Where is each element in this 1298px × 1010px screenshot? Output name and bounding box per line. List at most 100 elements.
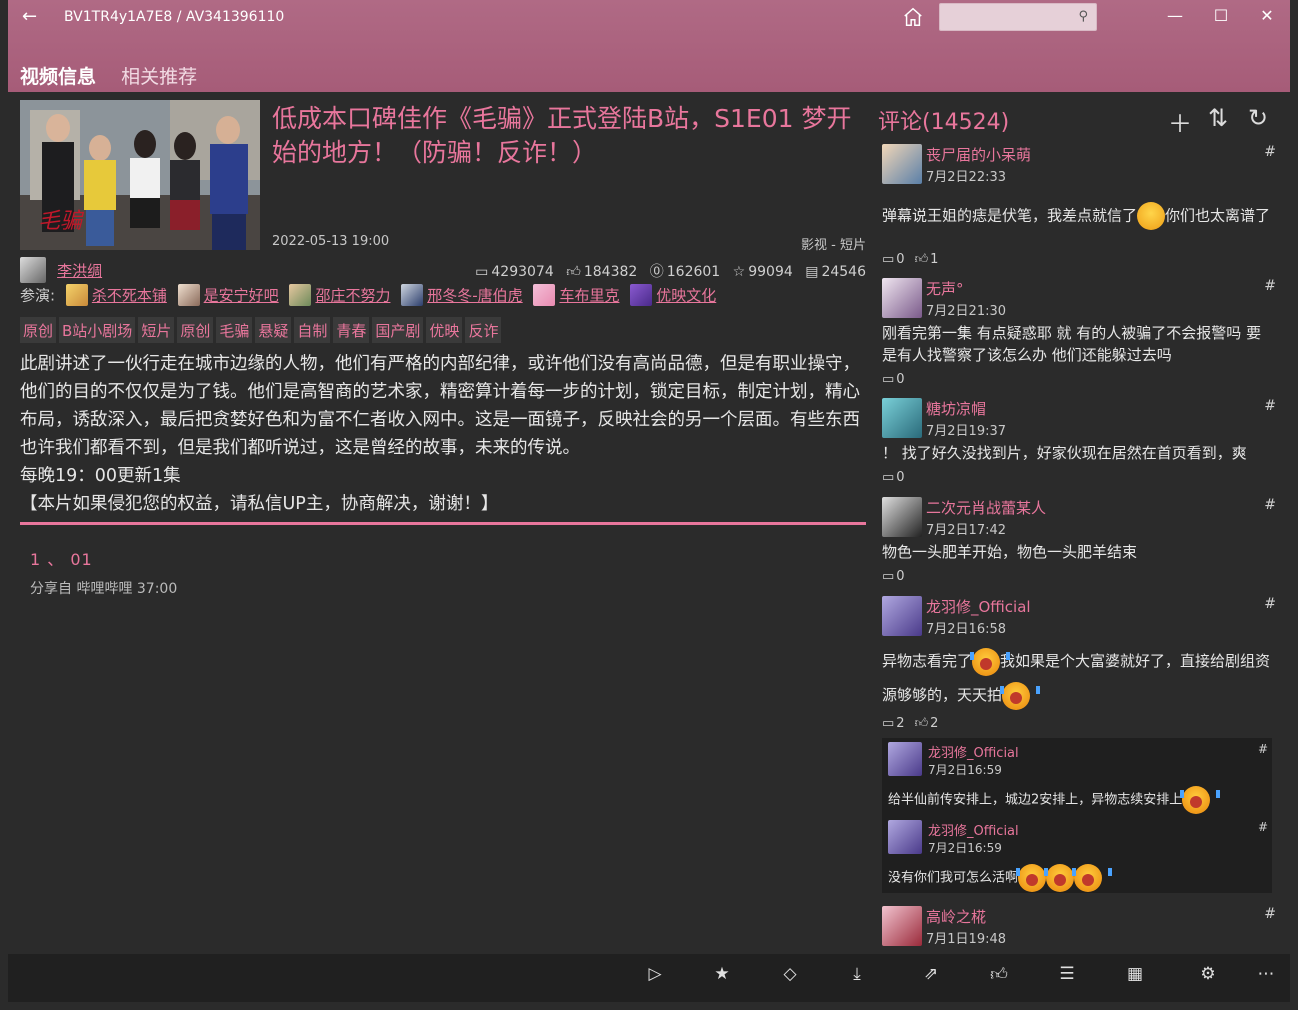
commenter-name[interactable]: 龙羽修_Official [926, 596, 1031, 617]
cast-member[interactable]: 车布里克 [559, 287, 619, 305]
cast-avatar[interactable] [177, 284, 200, 306]
search-input[interactable] [940, 4, 1068, 30]
tag[interactable]: 短片 [138, 317, 175, 343]
episode-item[interactable]: 1 、 01 分享自 哔哩哔哩 37:00 [30, 546, 177, 598]
tag-icon[interactable]: ◇ [775, 964, 805, 992]
reply-hash[interactable]: # [1258, 742, 1268, 756]
cast-member[interactable]: 邵庄不努力 [315, 287, 390, 305]
cast-avatar[interactable] [630, 284, 653, 306]
comments-panel: 评论(14524) ＋ ⇅ ↻ 丧尸届的小呆萌 7月2日22:33 # 弹幕说王… [878, 100, 1278, 950]
commenter-name[interactable]: 糖坊凉帽 [926, 398, 986, 419]
comment-hash[interactable]: # [1264, 596, 1276, 612]
close-button[interactable]: ✕ [1244, 6, 1290, 25]
refresh-icon[interactable]: ↻ [1248, 104, 1268, 132]
reply-text: 没有你们我可怎么活啊 [888, 864, 1268, 892]
commenter-avatar[interactable] [882, 497, 922, 537]
search-box[interactable]: ⚲ [939, 3, 1097, 31]
reply-icon[interactable]: ▭ [882, 252, 894, 267]
comment-hash[interactable]: # [1264, 906, 1276, 922]
reply-icon[interactable]: ▭ [882, 716, 894, 731]
cast-member[interactable]: 是安宁好吧 [204, 287, 279, 305]
more-icon[interactable]: ⋯ [1251, 964, 1281, 992]
app-window: ← BV1TR4y1A7E8 / AV341396110 ⚲ — ☐ ✕ 视频信… [8, 0, 1290, 1002]
cast-avatar[interactable] [533, 284, 556, 306]
comment-text: 弹幕说王姐的痣是伏笔，我差点就信了 你们也太离谱了 [882, 202, 1276, 230]
cast-list: 参演: 杀不死本铺 是安宁好吧 邵庄不努力 邢冬冬-唐伯虎 车布里克 优映文化 [20, 284, 716, 306]
favorites-count: 99094 [748, 264, 793, 280]
reply-icon[interactable]: ▭ [882, 372, 894, 387]
tab-related[interactable]: 相关推荐 [121, 62, 197, 89]
share-icon[interactable]: ⇗ [916, 964, 946, 992]
commenter-name[interactable]: 二次元肖战蕾某人 [926, 497, 1046, 518]
tag[interactable]: 青春 [333, 317, 370, 343]
comment-time: 7月2日19:37 [926, 424, 1007, 439]
playlist-icon[interactable]: ☰ [1052, 964, 1082, 992]
tag[interactable]: 悬疑 [255, 317, 292, 343]
cast-member[interactable]: 优映文化 [656, 287, 716, 305]
sort-icon[interactable]: ⇅ [1208, 104, 1228, 132]
minimize-button[interactable]: — [1152, 6, 1198, 25]
video-category[interactable]: 影视 - 短片 [801, 234, 866, 253]
uploader[interactable]: 李洪绸 [20, 257, 102, 283]
cast-member[interactable]: 杀不死本铺 [92, 287, 167, 305]
tag[interactable]: 毛骗 [216, 317, 253, 343]
section-divider [20, 522, 866, 525]
replier-avatar[interactable] [888, 742, 922, 776]
search-icon[interactable]: ⚲ [1078, 9, 1088, 24]
reply-text-part: 给半仙前传安排上，城边2安排上，异物志续安排上 [888, 792, 1183, 808]
home-icon[interactable] [902, 6, 924, 28]
comment-hash[interactable]: # [1264, 398, 1276, 414]
uploader-name[interactable]: 李洪绸 [57, 262, 102, 280]
cast-member[interactable]: 邢冬冬-唐伯虎 [427, 287, 522, 305]
commenter-avatar[interactable] [882, 398, 922, 438]
cast-avatar[interactable] [401, 284, 424, 306]
commenter-name[interactable]: 丧尸届的小呆萌 [926, 144, 1031, 165]
comment-meta: ▭ 0 👍︎ 1 [882, 252, 948, 267]
tag[interactable]: 原创 [177, 317, 214, 343]
episode-title[interactable]: 1 、 01 [30, 546, 177, 570]
thumbs-up-icon[interactable]: 👍︎ [984, 964, 1014, 992]
commenter-avatar[interactable] [882, 144, 922, 184]
views-count: 4293074 [491, 264, 554, 280]
crying-emoji-icon [1000, 681, 1041, 710]
danmaku-icon: ▤ [805, 264, 819, 280]
tag[interactable]: 原创 [20, 317, 57, 343]
commenter-avatar[interactable] [882, 278, 922, 318]
commenter-avatar[interactable] [882, 596, 922, 636]
tag[interactable]: 优映 [426, 317, 463, 343]
replier-avatar[interactable] [888, 820, 922, 854]
cast-avatar[interactable] [65, 284, 88, 306]
reply-icon[interactable]: ▭ [882, 569, 894, 584]
video-thumbnail[interactable]: 毛骗 [20, 100, 260, 250]
comment-text: 刚看完第一集 有点疑惑耶 就 有的人被骗了不会报警吗 要是有人找警察了该怎么办 … [882, 324, 1262, 364]
tag[interactable]: 反诈 [465, 317, 502, 343]
download-icon[interactable]: ⤓ [842, 964, 872, 992]
comment-hash[interactable]: # [1264, 278, 1276, 294]
reply-item: 龙羽修_Official 7月2日16:59 # 给半仙前传安排上，城边2安排上… [888, 742, 1268, 814]
reply-icon[interactable]: ▭ [882, 470, 894, 485]
add-comment-icon[interactable]: ＋ [1168, 104, 1192, 139]
like-icon[interactable]: 👍︎ [915, 252, 929, 267]
replier-name[interactable]: 龙羽修_Official [928, 820, 1019, 839]
comment-hash[interactable]: # [1264, 497, 1276, 513]
commenter-name[interactable]: 高岭之椛 [926, 906, 986, 927]
tab-video-info[interactable]: 视频信息 [20, 62, 96, 89]
back-arrow-icon[interactable]: ← [22, 6, 37, 27]
maximize-button[interactable]: ☐ [1198, 6, 1244, 25]
favorite-star-icon[interactable]: ★ [707, 964, 737, 992]
replier-name[interactable]: 龙羽修_Official [928, 742, 1019, 761]
play-icon[interactable]: ▷ [640, 964, 670, 992]
tag[interactable]: 自制 [294, 317, 331, 343]
tab-strip: 视频信息 相关推荐 [20, 62, 217, 89]
settings-gear-icon[interactable]: ⚙ [1193, 964, 1223, 992]
like-icon[interactable]: 👍︎ [915, 716, 929, 731]
commenter-name[interactable]: 无声° [926, 278, 964, 299]
commenter-avatar[interactable] [882, 906, 922, 946]
tag[interactable]: 国产剧 [372, 317, 424, 343]
cast-avatar[interactable] [289, 284, 312, 306]
keyboard-icon[interactable]: ▦ [1120, 964, 1150, 992]
reply-hash[interactable]: # [1258, 820, 1268, 834]
comment-hash[interactable]: # [1264, 144, 1276, 160]
tag[interactable]: B站小剧场 [59, 317, 136, 343]
uploader-avatar[interactable] [20, 257, 46, 283]
